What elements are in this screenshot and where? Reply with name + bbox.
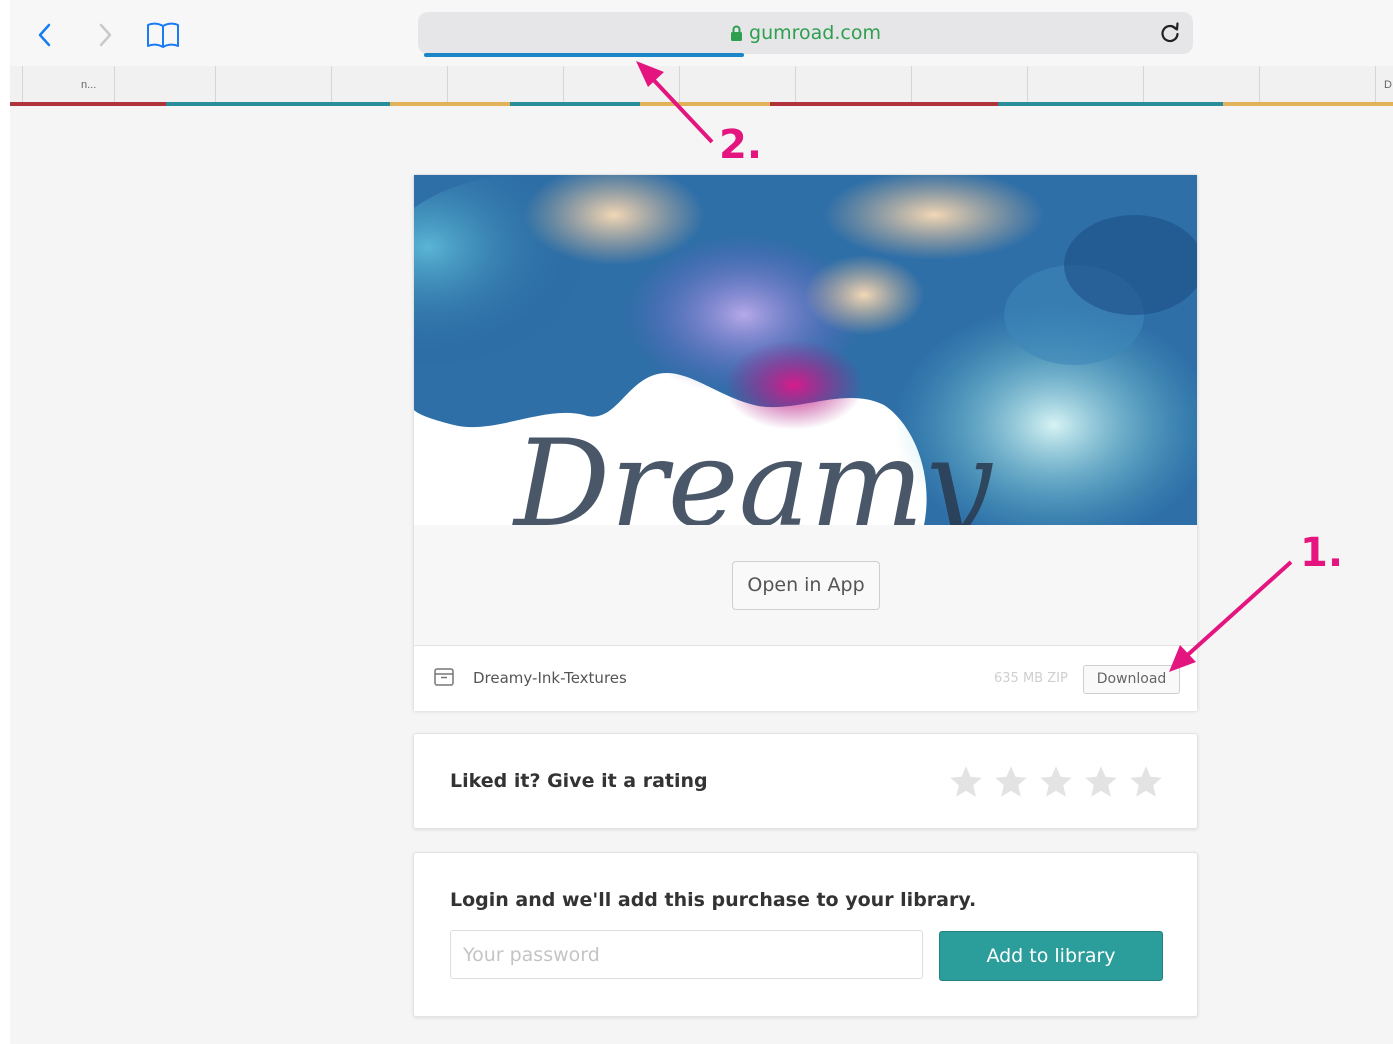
tab[interactable] bbox=[114, 66, 216, 104]
add-to-library-button[interactable]: Add to library bbox=[939, 931, 1163, 981]
tab[interactable] bbox=[215, 66, 332, 104]
chevron-left-icon bbox=[38, 23, 51, 47]
back-button[interactable] bbox=[28, 18, 62, 52]
forward-button[interactable] bbox=[88, 18, 122, 52]
star-icon[interactable] bbox=[1038, 764, 1074, 800]
login-prompt: Login and we'll add this purchase to you… bbox=[450, 889, 977, 911]
book-icon bbox=[147, 22, 179, 48]
file-name: Dreamy-Ink-Textures bbox=[473, 669, 627, 687]
lock-icon bbox=[731, 25, 743, 41]
svg-text:Dreamy: Dreamy bbox=[512, 415, 994, 525]
annotation-label-1: 1. bbox=[1300, 530, 1344, 576]
star-icon[interactable] bbox=[993, 764, 1029, 800]
product-cover-image: Dreamy bbox=[414, 175, 1197, 525]
tab[interactable] bbox=[1027, 66, 1144, 104]
tab[interactable]: n... bbox=[22, 66, 115, 104]
rating-card: Liked it? Give it a rating bbox=[413, 733, 1198, 829]
tab-color-bar bbox=[10, 102, 1393, 106]
star-icon[interactable] bbox=[948, 764, 984, 800]
left-edge bbox=[0, 0, 10, 1044]
tab-strip: n... D bbox=[10, 66, 1393, 105]
star-icon[interactable] bbox=[1128, 764, 1164, 800]
tab[interactable] bbox=[911, 66, 1028, 104]
tab[interactable] bbox=[331, 66, 448, 104]
tab[interactable]: D bbox=[1375, 66, 1393, 104]
url-display[interactable]: gumroad.com bbox=[418, 22, 1193, 44]
chevron-right-icon bbox=[99, 23, 112, 47]
browser-toolbar: gumroad.com bbox=[10, 0, 1393, 66]
tab[interactable] bbox=[679, 66, 796, 104]
rating-prompt: Liked it? Give it a rating bbox=[450, 770, 708, 792]
tab[interactable] bbox=[795, 66, 912, 104]
product-card: Dreamy Open in App Dreamy-Ink-Textures 6… bbox=[413, 174, 1198, 711]
tab[interactable] bbox=[563, 66, 680, 104]
url-text: gumroad.com bbox=[749, 22, 881, 44]
annotation-label-2: 2. bbox=[719, 122, 763, 168]
download-button[interactable]: Download bbox=[1083, 665, 1180, 694]
star-rating bbox=[948, 764, 1164, 800]
tab[interactable] bbox=[1143, 66, 1260, 104]
reload-icon[interactable] bbox=[1157, 20, 1183, 46]
tab-label: n... bbox=[81, 79, 97, 91]
tab[interactable] bbox=[447, 66, 564, 104]
file-row: Dreamy-Ink-Textures 635 MB ZIP Download bbox=[414, 645, 1197, 711]
tab[interactable] bbox=[1259, 66, 1376, 104]
password-input[interactable] bbox=[450, 930, 923, 979]
open-in-app-button[interactable]: Open in App bbox=[732, 561, 880, 610]
archive-icon bbox=[434, 668, 454, 686]
file-size: 635 MB ZIP bbox=[994, 671, 1068, 686]
star-icon[interactable] bbox=[1083, 764, 1119, 800]
address-bar[interactable]: gumroad.com bbox=[418, 12, 1193, 57]
login-card: Login and we'll add this purchase to you… bbox=[413, 852, 1198, 1017]
page-load-progress bbox=[424, 53, 744, 57]
tab-label: D bbox=[1384, 79, 1392, 91]
bookmarks-button[interactable] bbox=[146, 18, 180, 52]
